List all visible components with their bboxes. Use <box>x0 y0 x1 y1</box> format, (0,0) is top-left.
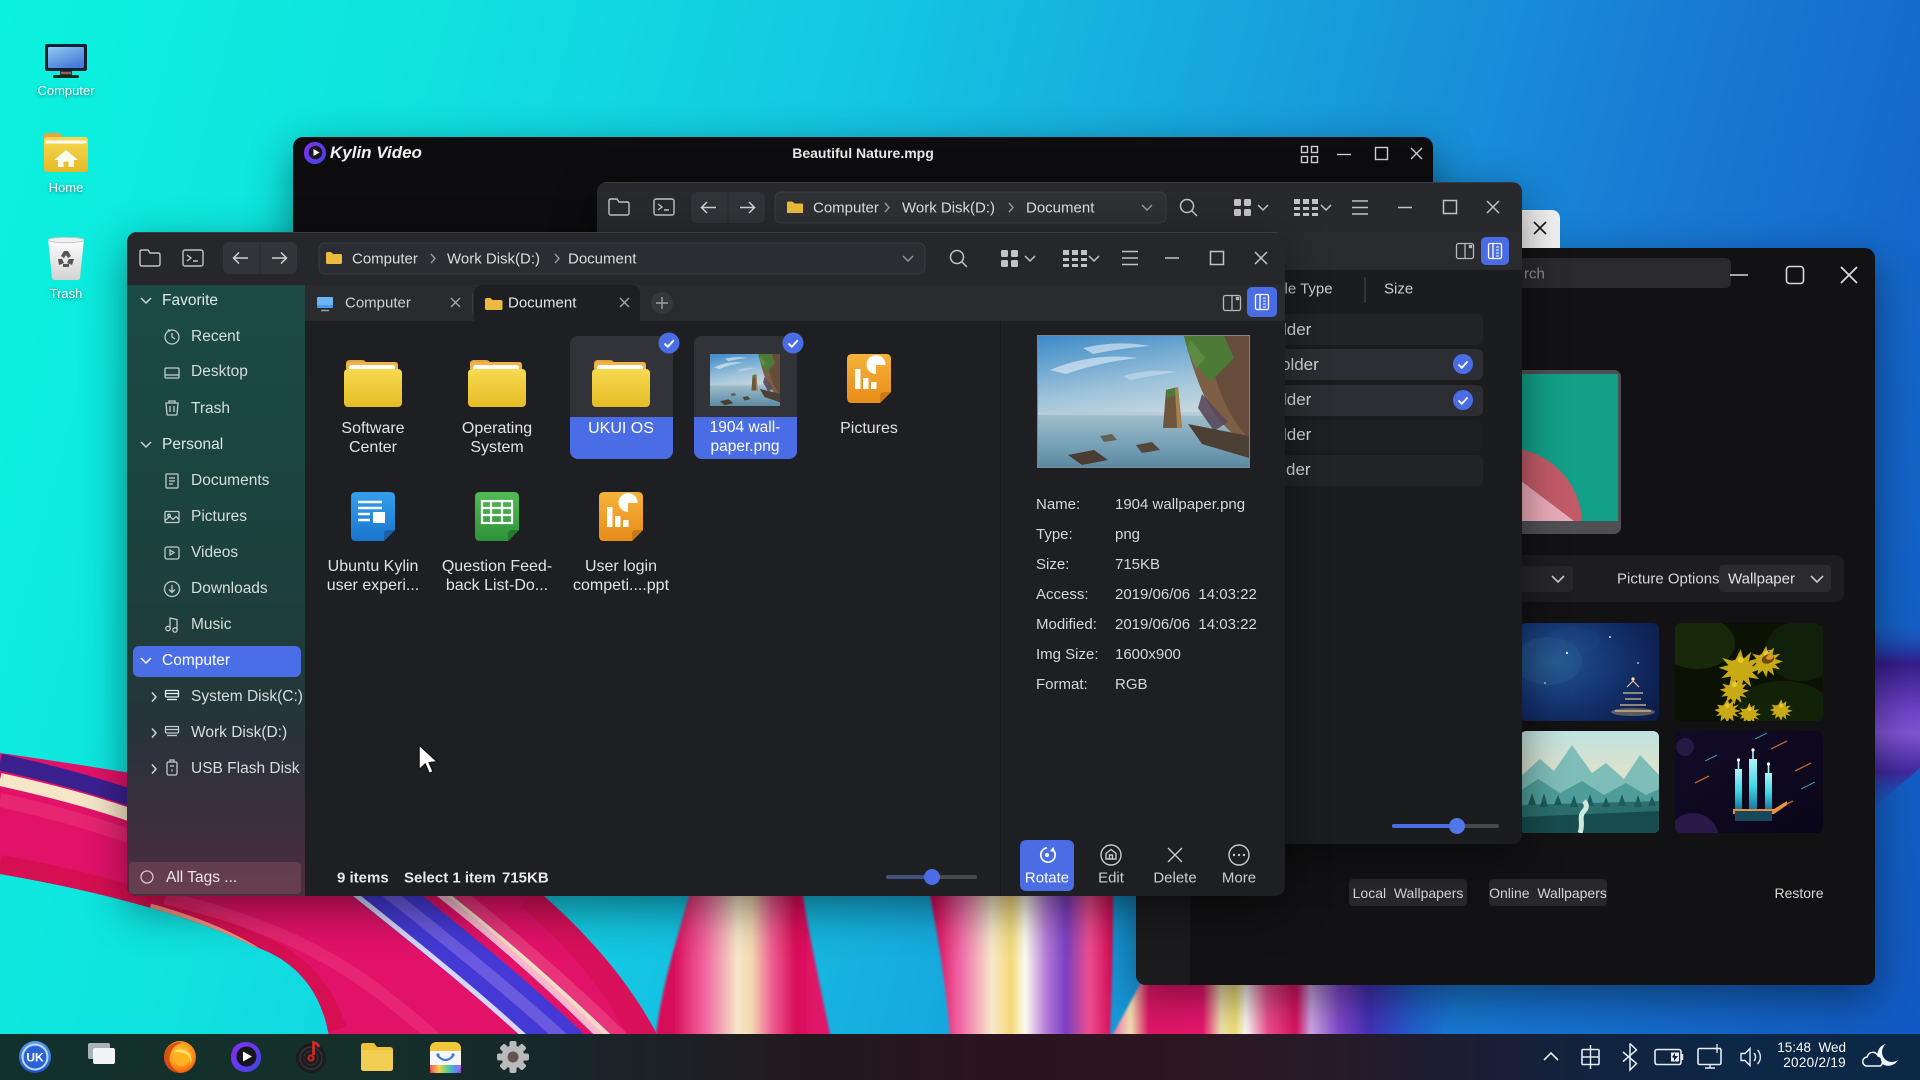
svg-text:UK: UK <box>26 1051 44 1065</box>
